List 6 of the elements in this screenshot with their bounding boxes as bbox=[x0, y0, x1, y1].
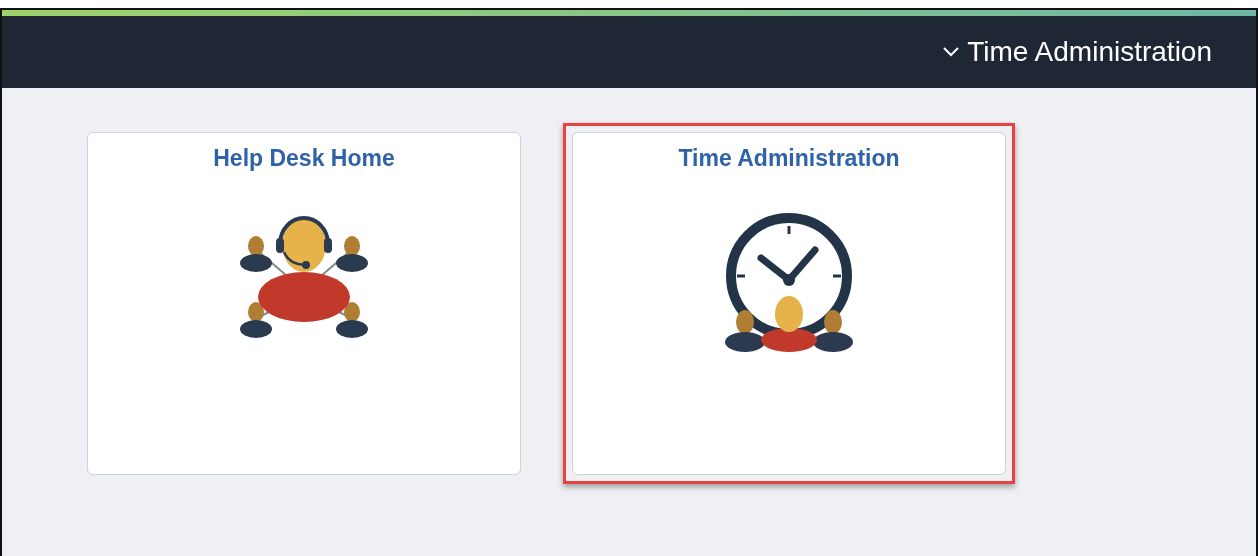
page-title-menu[interactable]: Time Administration bbox=[943, 36, 1212, 68]
tile-title: Help Desk Home bbox=[213, 145, 395, 172]
tile[interactable]: Help Desk Home bbox=[87, 132, 521, 475]
chevron-down-icon bbox=[943, 47, 960, 57]
tile-title: Time Administration bbox=[678, 145, 900, 172]
tile[interactable]: Time Administration bbox=[572, 132, 1006, 475]
